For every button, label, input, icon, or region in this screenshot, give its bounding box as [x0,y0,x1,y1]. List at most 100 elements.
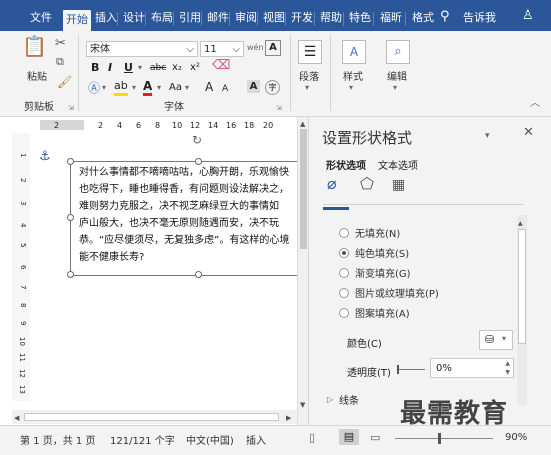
pane-scrollbar[interactable]: ▲ [517,215,527,405]
tab-help[interactable]: 帮助 [317,8,345,28]
strikethrough-button[interactable]: abc [150,61,166,75]
resize-handle-bottom[interactable] [195,271,202,278]
language[interactable]: 中文(中国) [186,432,234,447]
tab-review[interactable]: 审阅 [232,8,260,28]
font-name-dropdown[interactable]: 宋体 ⌵ [86,41,198,57]
page-count[interactable]: 第 1 页，共 1 页 [20,432,95,447]
italic-button[interactable]: I [108,61,112,75]
styles-icon[interactable]: A [342,40,366,64]
tab-mailings[interactable]: 邮件 [204,8,232,28]
paste-icon[interactable]: 📋 [22,36,47,63]
line-section-header[interactable]: 线条 [339,392,359,407]
option-no-fill[interactable]: 无填充(N) [339,225,400,240]
horizontal-ruler[interactable]: 2 2 4 6 8 10 12 14 16 18 20 [12,117,297,134]
tab-home[interactable]: 开始 [63,10,91,31]
tab-shape-options[interactable]: 形状选项 [326,157,366,172]
chevron-down-icon[interactable]: ▾ [102,81,106,95]
resize-handle-tl[interactable] [67,158,74,165]
enclose-char-button[interactable]: 字 [265,80,280,95]
resize-handle-top[interactable] [195,158,202,165]
web-layout-icon[interactable]: ▭ [370,431,380,445]
option-gradient-fill[interactable]: 渐变填充(G) [339,265,411,280]
transparency-slider-thumb[interactable] [397,365,399,374]
tab-layout[interactable]: 布局 [148,8,176,28]
option-picture-fill[interactable]: 图片或纹理填充(P) [339,285,439,300]
transparency-slider[interactable] [397,369,425,370]
text-box-shape[interactable]: 对什么事情都不嘀嘀咕咕，心胸开朗，乐观愉快 也吃得下，睡也睡得香，有问题则设法解… [70,161,297,276]
resize-handle-left[interactable] [67,214,74,221]
layout-properties-icon[interactable]: ▦ [392,178,405,192]
chevron-down-icon[interactable]: ▾ [138,61,142,75]
tab-design[interactable]: 设计 [120,8,148,28]
chevron-down-icon[interactable]: ▾ [185,81,189,95]
radio-icon[interactable] [339,288,349,298]
tab-file[interactable]: 文件 [27,8,55,28]
superscript-button[interactable]: x² [190,61,200,75]
bold-button[interactable]: B [91,61,99,75]
radio-icon[interactable] [339,308,349,318]
text-effects-icon[interactable]: Ⓐ [88,81,100,95]
chevron-down-icon[interactable]: ▾ [132,81,136,95]
user-icon[interactable]: ♙ [522,9,534,23]
word-count[interactable]: 121/121 个字 [110,432,175,447]
font-launcher-icon[interactable]: ⇲ [276,101,282,115]
scroll-left-icon[interactable]: ◀ [14,411,19,425]
clipboard-launcher-icon[interactable]: ⇲ [68,101,74,115]
scroll-thumb[interactable] [518,229,526,344]
tab-text-options[interactable]: 文本选项 [378,157,418,172]
grow-font-button[interactable]: A [205,80,213,94]
pane-options-icon[interactable]: ▾ [485,129,490,143]
color-picker-button[interactable]: ⛁ ▾ [479,330,513,350]
radio-icon[interactable] [339,248,349,258]
tell-me-search[interactable]: 告诉我 [460,8,499,28]
scroll-thumb[interactable] [300,129,307,249]
tab-insert[interactable]: 插入 [92,8,120,28]
zoom-level[interactable]: 90% [505,432,527,443]
option-pattern-fill[interactable]: 图案填充(A) [339,305,410,320]
cut-icon[interactable]: ✂ [55,37,66,51]
fill-line-icon[interactable]: ⌀ [327,176,337,192]
radio-icon[interactable] [339,268,349,278]
scroll-right-icon[interactable]: ▶ [286,411,291,425]
lightbulb-icon[interactable]: ⚲ [440,10,450,24]
tab-developer[interactable]: 开发 [288,8,316,28]
chevron-down-icon[interactable]: ▾ [157,81,161,95]
resize-handle-bl[interactable] [67,271,74,278]
option-solid-fill[interactable]: 纯色填充(S) [339,245,409,260]
insert-mode[interactable]: 插入 [246,432,266,447]
paragraph-icon[interactable]: ☰ [298,40,322,64]
read-mode-icon[interactable]: ▯ [309,431,315,445]
close-icon[interactable]: ✕ [523,126,534,140]
char-border-icon[interactable]: A [265,40,281,56]
document-page[interactable]: ⚓ ↻ 对什么事情都不嘀嘀咕咕，心胸开朗，乐观愉快 也吃得下，睡也睡得香，有问题… [30,133,297,401]
clear-format-icon[interactable]: ⌫ [212,59,230,73]
scroll-down-icon[interactable]: ▼ [300,398,305,412]
paste-button[interactable]: 粘贴 [27,68,47,83]
collapse-ribbon-icon[interactable]: ︿ [530,97,540,111]
copy-icon[interactable]: ⧉ [56,55,64,69]
transparency-input[interactable]: 0% ▲ ▼ [430,358,514,378]
scroll-thumb[interactable] [24,413,279,421]
tab-foxit[interactable]: 福昕 [377,8,405,28]
search-icon[interactable]: ⌕ [386,40,410,64]
font-size-dropdown[interactable]: 11 ⌵ [200,41,244,57]
print-layout-icon[interactable]: ▤ [339,429,359,445]
highlight-icon[interactable]: ab [114,79,128,96]
spinner-icon[interactable]: ▲ ▼ [505,359,510,377]
phonetic-guide-icon[interactable]: wén [247,41,264,55]
effects-icon[interactable]: ⬠ [360,176,374,192]
vertical-ruler[interactable]: 1 2 3 4 5 6 7 8 9 10 11 12 13 [12,133,31,401]
horizontal-scrollbar[interactable]: ◀ ▶ [12,410,297,424]
tab-special[interactable]: 特色 [346,8,374,28]
zoom-slider-thumb[interactable] [438,433,441,444]
shrink-font-button[interactable]: A [222,82,228,96]
expand-icon[interactable]: ▷ [327,393,333,407]
tab-format[interactable]: 格式 [409,8,437,28]
change-case-button[interactable]: Aa [169,81,182,95]
zoom-slider[interactable] [395,438,493,439]
tab-view[interactable]: 视图 [260,8,288,28]
underline-button[interactable]: U [124,61,133,75]
format-painter-icon[interactable]: 🖌 [57,75,72,89]
tab-references[interactable]: 引用 [176,8,204,28]
rotate-handle-icon[interactable]: ↻ [192,133,202,147]
